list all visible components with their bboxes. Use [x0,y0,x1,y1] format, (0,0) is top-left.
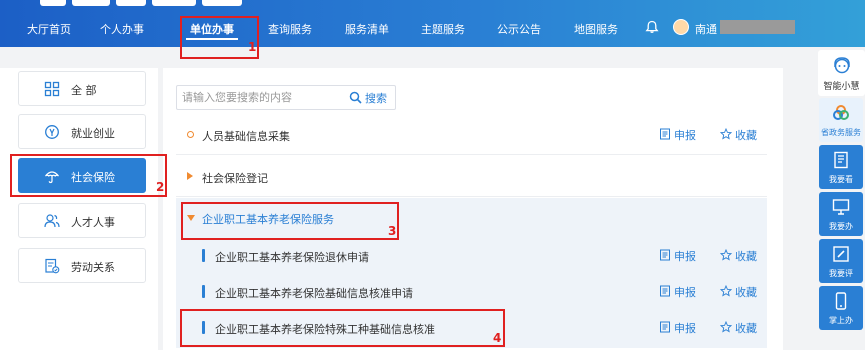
assistant-button[interactable]: 智能小慧 [818,50,865,96]
item-marker [202,285,205,298]
province-service-label: 省政务服务 [821,128,861,137]
item-marker [202,249,205,262]
list-item-label: 人员基础信息采集 [202,130,290,143]
form-icon [660,285,670,297]
monitor-icon [832,199,850,215]
apply-button[interactable]: 申报 [659,320,699,335]
nav-item-map[interactable]: 地图服务 [574,21,618,37]
apply-label: 申报 [674,250,696,263]
annotation-number-3: 3 [388,224,397,238]
avatar[interactable] [673,19,689,35]
favorite-button[interactable]: 收藏 [720,248,764,263]
apply-label: 申报 [674,286,696,299]
star-icon [720,249,732,261]
search-icon [349,91,362,104]
search-input[interactable] [177,86,345,109]
nav-item-theme[interactable]: 主题服务 [421,21,465,37]
form-icon [660,128,670,140]
redacted-user-info [720,20,795,34]
favorite-label: 收藏 [735,129,757,142]
evaluate-label: 我要评 [829,269,853,278]
mobile-label: 掌上办 [829,316,853,325]
list-item[interactable]: 社会保险登记 [176,157,767,197]
nav-item-service-list[interactable]: 服务清单 [345,21,389,37]
nav-item-notice[interactable]: 公示公告 [497,21,541,37]
province-logo-icon [833,105,849,120]
list-item[interactable]: 人员基础信息采集 申报 收藏 [176,115,767,155]
sidebar-item-all[interactable]: 全 部 [18,71,146,106]
province-service-button[interactable]: 省政务服务 [819,98,863,142]
nav-item-hall-home[interactable]: 大厅首页 [27,21,71,37]
apply-button[interactable]: 申报 [659,284,699,299]
list-item[interactable]: 企业职工基本养老保险退休申请 申报 收藏 [176,236,767,276]
sidebar-item-label: 劳动关系 [71,261,115,274]
evaluate-button[interactable]: 我要评 [819,239,863,283]
list-item-label: 企业职工基本养老保险基础信息核准申请 [215,287,413,300]
user-name[interactable]: 南通 [695,21,717,37]
top-header: 大厅首页 个人办事 单位办事 查询服务 服务清单 主题服务 公示公告 地图服务 … [0,0,865,47]
handle-label: 我要办 [829,222,853,231]
form-icon [660,321,670,333]
star-icon [720,285,732,297]
search-box: 搜索 [176,85,396,110]
handle-button[interactable]: 我要办 [819,192,863,236]
assistant-label: 智能小慧 [823,82,860,92]
view-label: 我要看 [829,175,853,184]
headset-icon [834,57,850,74]
apply-button[interactable]: 申报 [659,127,699,142]
sidebar-item-label: 全 部 [71,84,97,97]
annotation-box-2 [10,154,167,197]
book-icon [834,151,848,169]
list-item-label: 社会保险登记 [202,172,268,185]
favorite-label: 收藏 [735,322,757,335]
favorite-button[interactable]: 收藏 [720,127,764,142]
edit-icon [833,246,849,262]
list-item-label: 企业职工基本养老保险退休申请 [215,251,369,264]
sidebar-item-label: 人才人事 [71,216,115,229]
bullet-icon [187,131,194,138]
annotation-box-4 [180,309,505,347]
favorite-button[interactable]: 收藏 [720,284,764,299]
list-item[interactable]: 企业职工基本养老保险基础信息核准申请 申报 收藏 [176,272,767,312]
search-button-label: 搜索 [365,92,387,105]
form-icon [660,249,670,261]
badge-icon [45,125,59,139]
sidebar-item-talent[interactable]: 人才人事 [18,203,146,238]
star-icon [720,321,732,333]
bell-icon[interactable] [645,20,659,34]
favorite-label: 收藏 [735,286,757,299]
annotation-number-1: 1 [248,40,257,54]
favorite-button[interactable]: 收藏 [720,320,764,335]
apply-label: 申报 [674,129,696,142]
apply-button[interactable]: 申报 [659,248,699,263]
sidebar-item-employment[interactable]: 就业创业 [18,114,146,149]
annotation-box-3 [181,202,399,240]
apply-label: 申报 [674,322,696,335]
people-icon [44,214,60,228]
document-icon [45,258,60,274]
view-button[interactable]: 我要看 [819,145,863,189]
caret-right-icon [187,172,193,180]
sidebar-item-labor-relations[interactable]: 劳动关系 [18,248,146,283]
mobile-button[interactable]: 掌上办 [819,286,863,330]
annotation-number-2: 2 [156,180,165,194]
annotation-number-4: 4 [493,331,502,345]
nav-item-query[interactable]: 查询服务 [268,21,312,37]
sidebar-item-label: 就业创业 [71,127,115,140]
search-button[interactable]: 搜索 [349,89,395,106]
star-icon [720,128,732,140]
grid-icon [44,81,60,97]
nav-item-personal[interactable]: 个人办事 [100,21,144,37]
site-logo [30,0,260,8]
phone-icon [835,292,847,310]
favorite-label: 收藏 [735,250,757,263]
